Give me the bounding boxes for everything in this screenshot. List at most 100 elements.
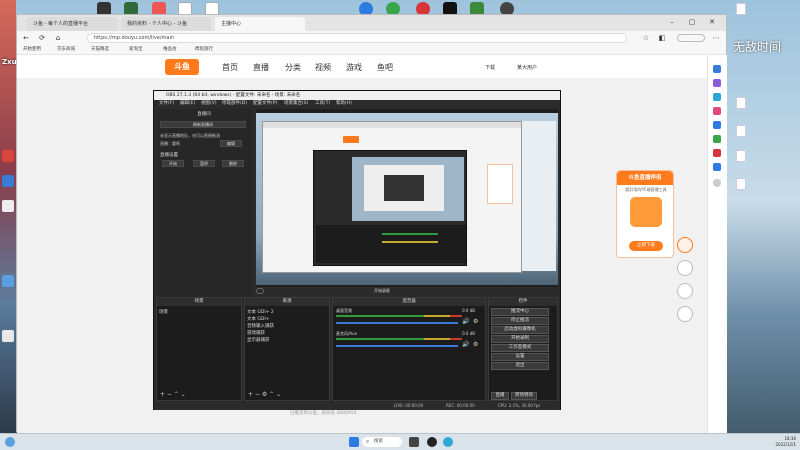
desktop-file-icon[interactable] [736,178,746,190]
menu-docks[interactable]: 停靠部件(D) [222,100,247,108]
tools-icon[interactable] [713,93,721,101]
nav-yuba[interactable]: 鱼吧 [377,62,393,73]
office-icon[interactable] [713,121,721,129]
live-tab[interactable]: 直播 [491,392,509,400]
nav-game[interactable]: 游戏 [346,62,362,73]
start-button[interactable]: 开始 [162,160,184,167]
clock-time[interactable]: 18:36 [760,436,796,441]
record-indicator-icon [256,288,264,294]
nav-live[interactable]: 直播 [253,62,269,73]
float-home-button[interactable] [677,260,693,276]
float-service-button[interactable] [677,306,693,322]
back-icon[interactable]: ← [21,33,31,43]
desktop-file-icon[interactable] [736,150,746,162]
stream-center-button[interactable]: 推流中心 [491,308,549,316]
virtual-camera-button[interactable]: 启动虚拟摄像机 [491,326,549,334]
maximize-icon[interactable]: ▢ [687,17,697,27]
source-item[interactable]: 音频输入捕获 [247,323,274,329]
nav-home[interactable]: 首页 [222,62,238,73]
favorite-link[interactable]: 爱淘宝 [129,46,143,52]
exit-button[interactable]: 退出 [491,362,549,370]
menu-help[interactable]: 帮助(H) [336,100,352,108]
minimize-icon[interactable]: – [667,17,677,27]
browser-tab[interactable]: 我的资料 - 个人中心 - 斗鱼 [121,17,211,31]
menu-tools[interactable]: 工具(T) [315,100,330,108]
weather-icon[interactable] [5,437,15,447]
float-live-button[interactable] [677,283,693,299]
scene-item[interactable]: 场景 [159,309,168,315]
source-item[interactable]: 显示器捕获 [247,337,270,343]
promo-download-button[interactable]: 立即下载 [629,241,663,251]
nav-category[interactable]: 分类 [285,62,301,73]
outlook-icon[interactable] [713,163,721,171]
nav-video[interactable]: 视频 [315,62,331,73]
url-input[interactable]: https://mp.douyu.com/live/main [87,33,627,43]
favorite-link[interactable]: 携程旅行 [195,46,213,52]
float-app-button[interactable] [677,237,693,253]
start-recording-button[interactable]: 开始录制 [491,335,549,343]
volume-slider[interactable] [336,345,458,347]
user-menu[interactable]: 某大用户 [517,64,537,71]
obs-taskbar-icon[interactable] [427,437,437,447]
desktop-app-icon[interactable] [2,275,14,287]
desktop-app-icon[interactable] [2,150,14,162]
close-icon[interactable]: ✕ [707,17,717,27]
clock-date[interactable]: 2022/12/1 [760,442,796,447]
desktop-file-icon[interactable] [736,125,746,137]
delete-button[interactable]: 删除 [222,160,244,167]
source-item[interactable]: 文本 GDI+ 2 [247,309,274,315]
source-item[interactable]: 文本 GDI+ [247,316,269,322]
desktop-file-icon[interactable] [736,3,746,15]
home-icon[interactable]: ⌂ [53,33,63,43]
more-icon[interactable]: ⋯ [711,33,721,43]
studio-mode-button[interactable]: 工作室模式 [491,344,549,352]
download-link[interactable]: 下载 [485,64,495,71]
gear-icon[interactable]: ⚙ [473,318,478,325]
promo-title: 斗鱼直播伴侣 [617,171,673,185]
source-toolbar[interactable]: + − ⚙ ⌃ ⌄ [248,391,281,398]
menu-view[interactable]: 视图(V) [201,100,217,108]
desktop-file-icon[interactable] [736,97,746,109]
edit-button[interactable]: 编辑 [220,140,242,147]
gear-icon[interactable]: ⚙ [473,341,478,348]
add-icon[interactable] [713,179,721,187]
favorite-link[interactable]: 京东商城 [57,46,75,52]
desktop-file-icon[interactable] [2,330,14,342]
scene-toolbar[interactable]: + − ⌃ ⌄ [160,391,186,398]
favorite-link[interactable]: 唯品会 [163,46,177,52]
menu-file[interactable]: 文件(F) [159,100,174,108]
transitions-tab[interactable]: 转场特效 [511,392,537,400]
desktop-file-icon[interactable] [2,200,14,212]
edge-taskbar-icon[interactable] [443,437,453,447]
refresh-icon[interactable]: ⟳ [37,33,47,43]
copilot-icon[interactable] [713,79,721,87]
speaker-icon[interactable]: 🔊 [462,341,469,348]
douyu-logo[interactable]: 斗鱼 [165,59,199,75]
stop-stream-button[interactable]: 停止推流 [491,317,549,325]
browser-tab-active[interactable]: 主播中心 [215,17,305,31]
search-icon[interactable] [713,65,721,73]
favorite-link[interactable]: 天猫精选 [91,46,109,52]
audio-meter [450,338,462,340]
collections-icon[interactable]: ◧ [657,33,667,43]
menu-profile[interactable]: 配置文件(P) [253,100,277,108]
settings-button[interactable]: 设置 [491,353,549,361]
desktop-app-icon[interactable] [2,175,14,187]
speaker-icon[interactable]: 🔊 [462,318,469,325]
star-icon[interactable]: ☆ [641,33,651,43]
obs-preview[interactable] [256,109,558,287]
pause-button[interactable]: 暂停 [193,160,215,167]
source-item[interactable]: 游戏捕获 [247,330,265,336]
menu-edit[interactable]: 编辑(E) [180,100,195,108]
menu-scene-collection[interactable]: 场景集合(S) [284,100,308,108]
refresh-room-button[interactable]: 刷新直播间 [160,121,246,128]
task-view-icon[interactable] [409,437,419,447]
favorite-link[interactable]: 开始使用 [23,46,41,52]
browser-tab[interactable]: 斗鱼 - 每个人的直播平台 [27,17,117,31]
start-icon[interactable] [349,437,359,447]
games-icon[interactable] [713,107,721,115]
volume-slider[interactable] [336,322,458,324]
profile-button[interactable] [677,34,705,42]
app-icon[interactable] [713,149,721,157]
app-icon[interactable] [713,135,721,143]
